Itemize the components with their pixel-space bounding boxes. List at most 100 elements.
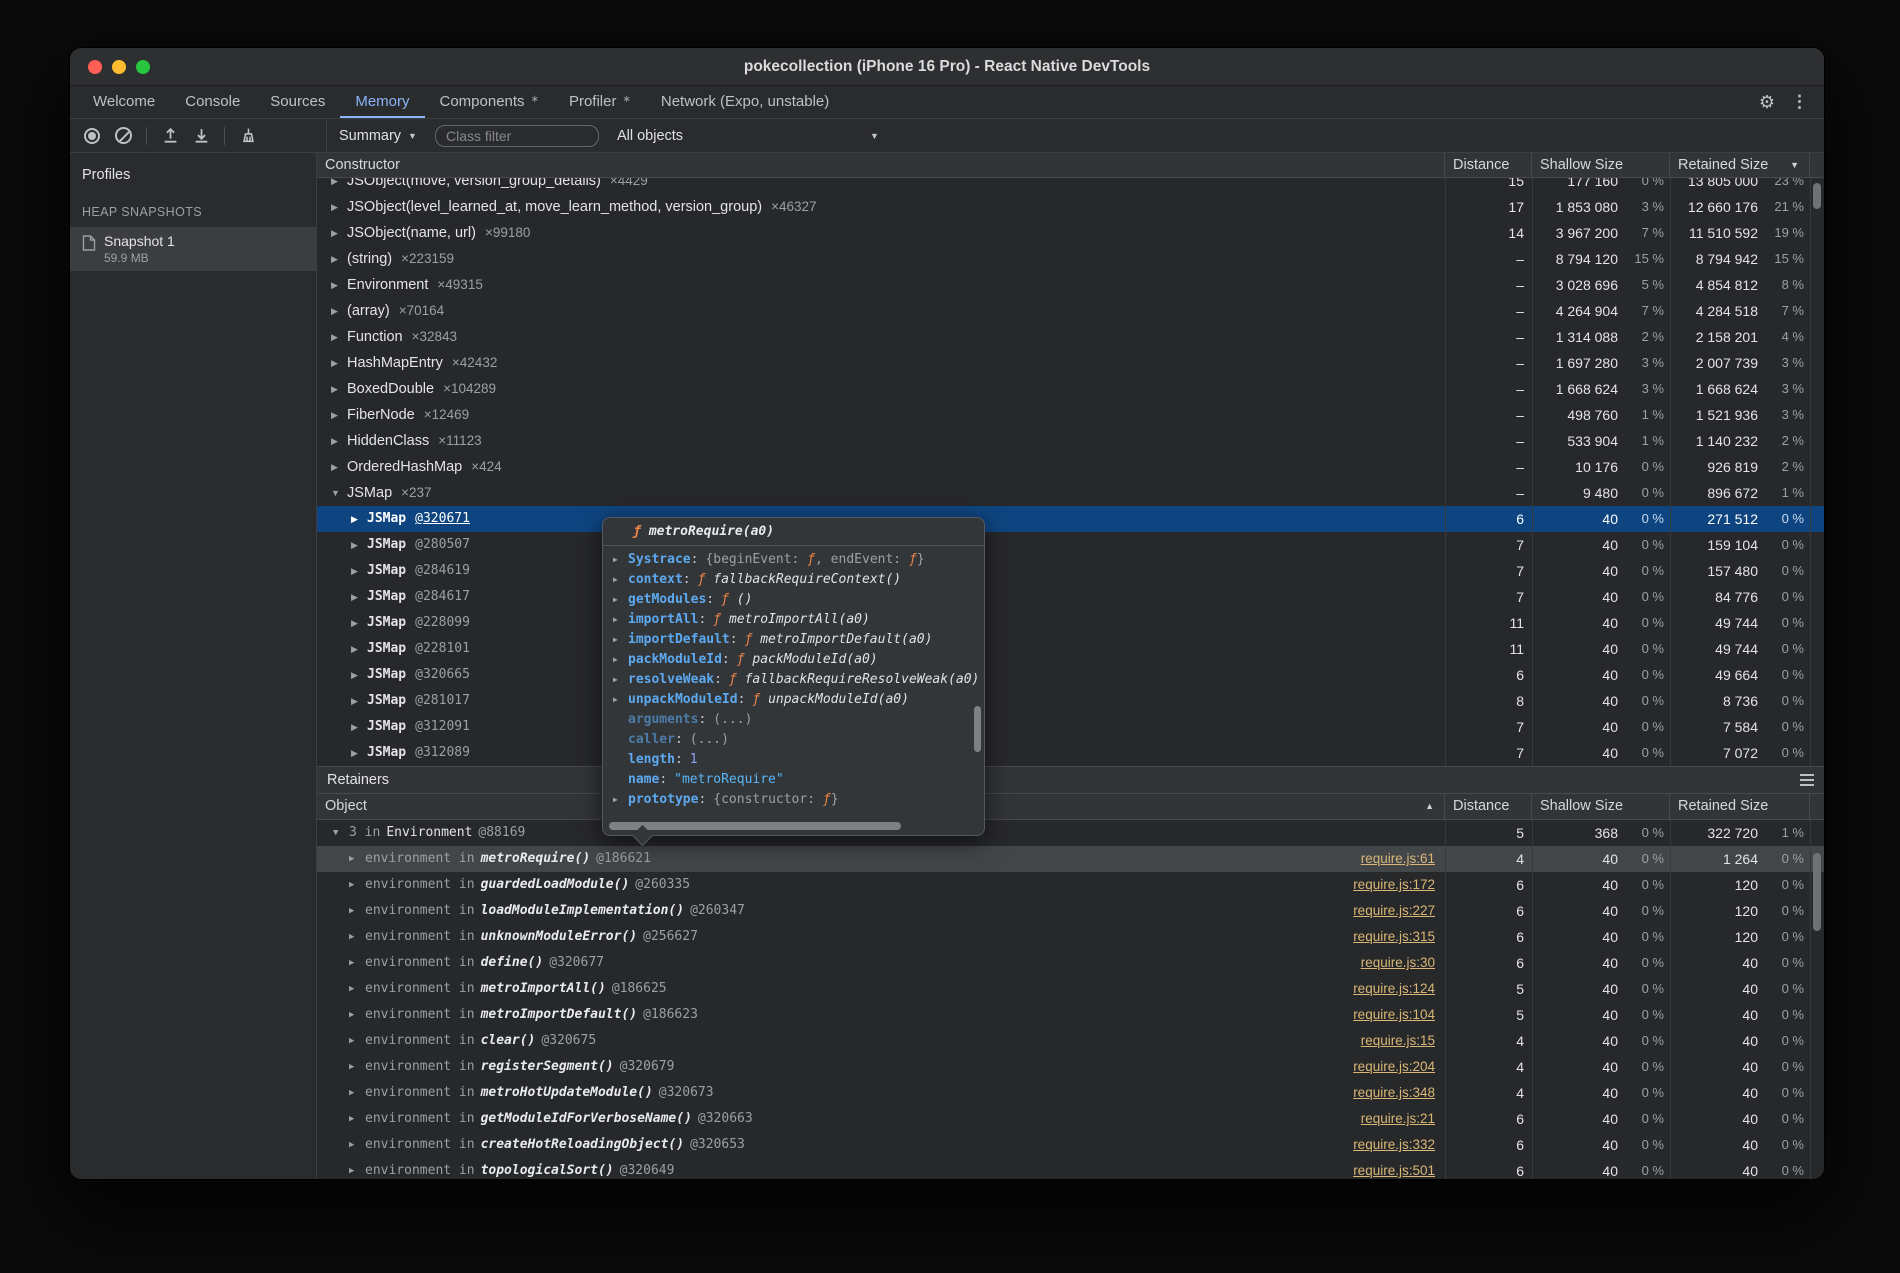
heap-constructor-row[interactable]: ▶ OrderedHashMap ×424 – 10 1760 % 926 81… [317,454,1824,480]
object-scope-dropdown[interactable]: All objects ▼ [617,128,879,144]
disclosure-triangle-icon[interactable]: ▶ [331,350,347,376]
heap-constructor-row[interactable]: ▶ JSMap @312091 7 400 % 7 5840 % [317,714,1824,740]
settings-gear-icon[interactable]: ⚙ [1759,92,1775,113]
clear-profiles-button[interactable] [111,124,135,148]
retainer-row[interactable]: ▶ environment intopologicalSort()@320649… [317,1158,1824,1179]
tooltip-property-row[interactable]: ▶ prototype : {constructor: ƒ} [613,790,984,810]
heap-constructor-row[interactable]: ▶ JSObject(name, url) ×99180 14 3 967 20… [317,220,1824,246]
retainer-row[interactable]: ▶ environment increateHotReloadingObject… [317,1132,1824,1158]
column-header-shallow-size[interactable]: Shallow Size [1532,794,1670,819]
source-link[interactable]: require.js:227 [1353,898,1435,924]
heap-constructor-row[interactable]: ▶ JSObject(move, version_group_details) … [317,178,1824,194]
disclosure-triangle-icon[interactable]: ▶ [331,376,347,402]
tab-memory[interactable]: Memory [340,86,424,118]
tab-profiler[interactable]: Profiler∗ [554,86,646,118]
disclosure-triangle-icon[interactable]: ▶ [351,532,367,558]
perspective-dropdown[interactable]: Summary ▼ [339,128,417,144]
disclosure-triangle-icon[interactable]: ▶ [351,506,367,532]
disclosure-triangle-icon[interactable]: ▶ [349,1054,365,1080]
close-button[interactable] [88,60,102,74]
column-header-constructor[interactable]: Constructor [317,153,1445,177]
retainer-row[interactable]: ▶ environment inmetroHotUpdateModule()@3… [317,1080,1824,1106]
heap-constructor-row[interactable]: ▶ JSObject(level_learned_at, move_learn_… [317,194,1824,220]
heap-constructor-row[interactable]: ▶ Environment ×49315 – 3 028 6965 % 4 85… [317,272,1824,298]
more-menu-icon[interactable]: ⋮ [1791,92,1808,112]
load-profile-button[interactable] [158,124,182,148]
column-header-shallow-size[interactable]: Shallow Size [1532,153,1670,177]
tab-welcome[interactable]: Welcome [78,86,170,118]
disclosure-triangle-icon[interactable]: ▶ [349,976,365,1002]
disclosure-triangle-icon[interactable]: ▶ [331,272,347,298]
source-link[interactable]: require.js:30 [1361,950,1435,976]
tab-console[interactable]: Console [170,86,255,118]
column-header-distance[interactable]: Distance [1445,794,1532,819]
disclosure-triangle-icon[interactable]: ▶ [331,298,347,324]
minimize-button[interactable] [112,60,126,74]
disclosure-triangle-icon[interactable]: ▼ [333,820,349,846]
heap-constructor-row[interactable]: ▶ HashMapEntry ×42432 – 1 697 2803 % 2 0… [317,350,1824,376]
retainer-row[interactable]: ▶ environment inloadModuleImplementation… [317,898,1824,924]
disclosure-triangle-icon[interactable]: ▶ [349,898,365,924]
disclosure-triangle-icon[interactable]: ▶ [331,428,347,454]
heap-constructor-row[interactable]: ▶ JSMap @228101 11 400 % 49 7440 % [317,636,1824,662]
retainer-row[interactable]: ▶ environment inunknownModuleError()@256… [317,924,1824,950]
source-link[interactable]: require.js:21 [1361,1106,1435,1132]
disclosure-triangle-icon[interactable]: ▶ [349,846,365,872]
retainer-row[interactable]: ▶ environment inmetroImportAll()@186625 … [317,976,1824,1002]
retainer-row[interactable]: ▶ environment ingetModuleIdForVerboseNam… [317,1106,1824,1132]
disclosure-triangle-icon[interactable]: ▶ [349,1028,365,1054]
tooltip-property-row[interactable]: arguments : (...) [613,710,984,730]
heap-constructor-row[interactable]: ▶ JSMap @320671 6 400 % 271 5120 % [317,506,1824,532]
source-link[interactable]: require.js:332 [1353,1132,1435,1158]
heap-constructor-row[interactable]: ▶ JSMap @320665 6 400 % 49 6640 % [317,662,1824,688]
source-link[interactable]: require.js:15 [1361,1028,1435,1054]
retainers-scrollbar-thumb[interactable] [1813,853,1821,931]
source-link[interactable]: require.js:315 [1353,924,1435,950]
source-link[interactable]: require.js:204 [1353,1054,1435,1080]
column-header-retained-size[interactable]: Retained Size▼ [1670,153,1810,177]
retainer-row[interactable]: ▶ environment inmetroRequire()@186621 re… [317,846,1824,872]
heap-constructor-row[interactable]: ▶ JSMap @280507 7 400 % 159 1040 % [317,532,1824,558]
main-scrollbar-thumb[interactable] [1813,183,1821,209]
source-link[interactable]: require.js:61 [1361,846,1435,872]
heap-constructor-row[interactable]: ▼ JSMap ×237 – 9 4800 % 896 6721 % [317,480,1824,506]
disclosure-triangle-icon[interactable]: ▶ [349,1002,365,1028]
source-link[interactable]: require.js:104 [1353,1002,1435,1028]
heap-constructor-row[interactable]: ▶ JSMap @228099 11 400 % 49 7440 % [317,610,1824,636]
retainer-row[interactable]: ▶ environment inmetroImportDefault()@186… [317,1002,1824,1028]
retainer-row[interactable]: ▶ environment inregisterSegment()@320679… [317,1054,1824,1080]
retainer-row[interactable]: ▶ environment indefine()@320677 require.… [317,950,1824,976]
heap-constructor-row[interactable]: ▶ JSMap @284617 7 400 % 84 7760 % [317,584,1824,610]
source-link[interactable]: require.js:124 [1353,976,1435,1002]
retainer-row[interactable]: ▶ environment inguardedLoadModule()@2603… [317,872,1824,898]
source-link[interactable]: require.js:501 [1353,1158,1435,1179]
column-header-retained-size[interactable]: Retained Size [1670,794,1810,819]
heap-constructor-row[interactable]: ▶ Function ×32843 – 1 314 0882 % 2 158 2… [317,324,1824,350]
disclosure-triangle-icon[interactable]: ▶ [331,220,347,246]
disclosure-triangle-icon[interactable]: ▶ [331,324,347,350]
zoom-button[interactable] [136,60,150,74]
disclosure-triangle-icon[interactable]: ▶ [351,740,367,766]
tooltip-hscrollbar-thumb[interactable] [609,822,901,830]
heap-constructor-row[interactable]: ▶ FiberNode ×12469 – 498 7601 % 1 521 93… [317,402,1824,428]
source-link[interactable]: require.js:172 [1353,872,1435,898]
tooltip-property-row[interactable]: ▶ resolveWeak : ƒ fallbackRequireResolve… [613,670,984,690]
disclosure-triangle-icon[interactable]: ▶ [331,194,347,220]
heap-constructor-row[interactable]: ▶ JSMap @281017 8 400 % 8 7360 % [317,688,1824,714]
sidebar-item-snapshot-1[interactable]: Snapshot 1 59.9 MB [70,227,316,271]
retainer-row[interactable]: ▶ environment inclear()@320675 require.j… [317,1028,1824,1054]
disclosure-triangle-icon[interactable]: ▶ [331,454,347,480]
tooltip-property-row[interactable]: ▶ packModuleId : ƒ packModuleId(a0) [613,650,984,670]
disclosure-triangle-icon[interactable]: ▼ [331,480,347,506]
disclosure-triangle-icon[interactable]: ▶ [331,178,347,194]
heap-constructor-row[interactable]: ▶ HiddenClass ×11123 – 533 9041 % 1 140 … [317,428,1824,454]
retainers-menu-icon[interactable] [1800,779,1814,781]
tooltip-property-row[interactable]: ▶ context : ƒ fallbackRequireContext() [613,570,984,590]
tooltip-property-row[interactable]: ▶ getModules : ƒ () [613,590,984,610]
disclosure-triangle-icon[interactable]: ▶ [351,610,367,636]
heap-constructor-row[interactable]: ▶ BoxedDouble ×104289 – 1 668 6243 % 1 6… [317,376,1824,402]
save-profile-button[interactable] [189,124,213,148]
disclosure-triangle-icon[interactable]: ▶ [351,688,367,714]
tab-network[interactable]: Network (Expo, unstable) [646,86,844,118]
disclosure-triangle-icon[interactable]: ▶ [331,402,347,428]
